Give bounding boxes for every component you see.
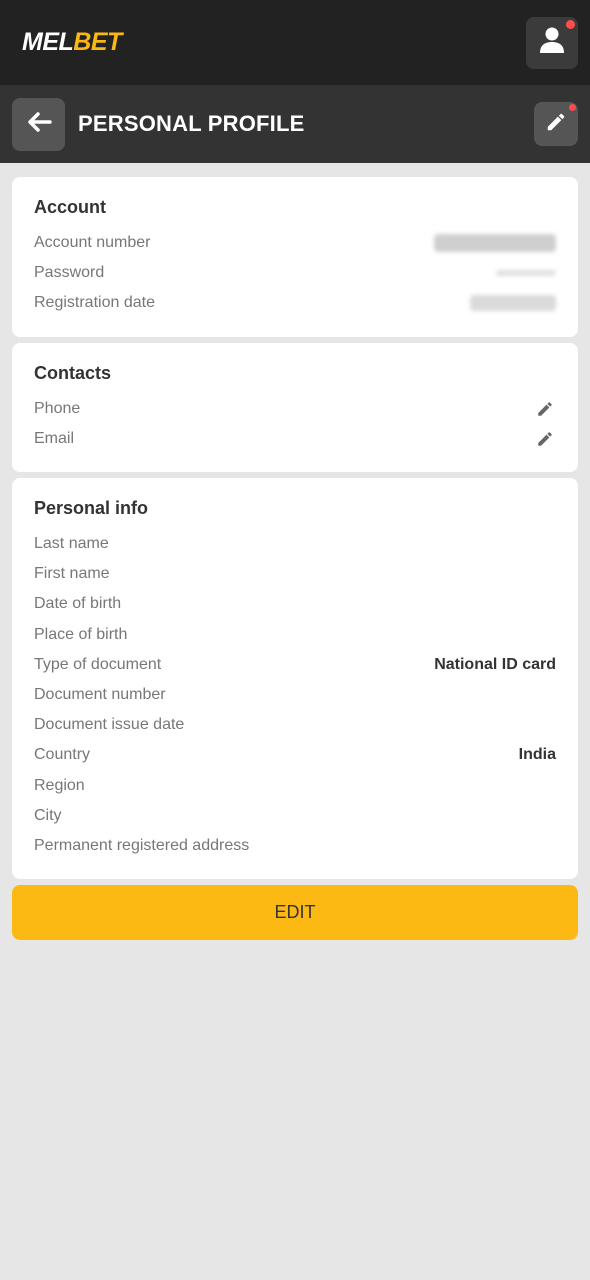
- registration-date-value-redacted: [470, 295, 556, 312]
- pencil-icon[interactable]: [534, 428, 556, 450]
- date-of-birth-label: Date of birth: [34, 595, 122, 613]
- document-number-row: Document number: [34, 680, 556, 710]
- password-value-redacted: [496, 270, 556, 277]
- email-label: Email: [34, 429, 75, 447]
- account-number-row: Account number: [34, 228, 556, 258]
- user-account-button[interactable]: [526, 16, 578, 69]
- contacts-card: Contacts Phone Email: [12, 342, 578, 472]
- personal-info-card: Personal info Last name First name Date …: [12, 477, 578, 879]
- document-issue-date-label: Document issue date: [34, 716, 185, 734]
- document-type-value: National ID card: [434, 655, 556, 673]
- address-row: Permanent registered address: [34, 831, 556, 861]
- country-row: Country India: [34, 740, 556, 770]
- password-row: Password: [34, 258, 556, 288]
- city-row: City: [34, 801, 556, 831]
- date-of-birth-row: Date of birth: [34, 589, 556, 619]
- city-label: City: [34, 806, 62, 824]
- logo-mel: MEL: [22, 28, 74, 56]
- country-label: Country: [34, 746, 91, 764]
- logo-bet: BET: [73, 28, 122, 56]
- place-of-birth-row: Place of birth: [34, 620, 556, 650]
- notification-dot: [566, 19, 575, 29]
- first-name-row: First name: [34, 559, 556, 589]
- contacts-heading: Contacts: [34, 362, 112, 383]
- last-name-row: Last name: [34, 529, 556, 559]
- page-header: PERSONAL PROFILE: [0, 85, 590, 163]
- notification-dot: [569, 104, 576, 111]
- document-type-label: Type of document: [34, 655, 162, 673]
- password-label: Password: [34, 264, 105, 282]
- address-label: Permanent registered address: [34, 836, 250, 854]
- phone-row: Phone: [34, 394, 556, 424]
- document-type-row: Type of document National ID card: [34, 650, 556, 680]
- region-label: Region: [34, 776, 85, 794]
- pencil-icon: [545, 111, 567, 138]
- account-number-value-redacted: [434, 234, 556, 253]
- arrow-left-icon: [26, 111, 52, 138]
- account-card: Account Account number Password Registra…: [12, 177, 578, 337]
- account-heading: Account: [34, 197, 106, 217]
- pencil-icon[interactable]: [534, 398, 556, 420]
- back-button[interactable]: [12, 97, 65, 151]
- email-row: Email: [34, 424, 556, 454]
- user-icon: [539, 26, 565, 59]
- country-value: India: [518, 746, 556, 764]
- edit-button[interactable]: EDIT: [12, 885, 578, 940]
- registration-date-label: Registration date: [34, 294, 155, 312]
- profile-content: Account Account number Password Registra…: [0, 163, 590, 940]
- edit-profile-button[interactable]: [534, 102, 578, 146]
- phone-label: Phone: [34, 399, 81, 417]
- place-of-birth-label: Place of birth: [34, 625, 128, 643]
- document-issue-date-row: Document issue date: [34, 710, 556, 740]
- document-number-label: Document number: [34, 685, 166, 703]
- region-row: Region: [34, 770, 556, 800]
- personal-info-heading: Personal info: [34, 497, 149, 518]
- first-name-label: First name: [34, 565, 110, 583]
- registration-date-row: Registration date: [34, 288, 556, 318]
- page-title: PERSONAL PROFILE: [78, 111, 305, 136]
- last-name-label: Last name: [34, 535, 109, 553]
- melbet-logo[interactable]: MEL BET: [22, 28, 122, 57]
- account-number-label: Account number: [34, 234, 151, 252]
- top-bar: MEL BET: [0, 0, 590, 85]
